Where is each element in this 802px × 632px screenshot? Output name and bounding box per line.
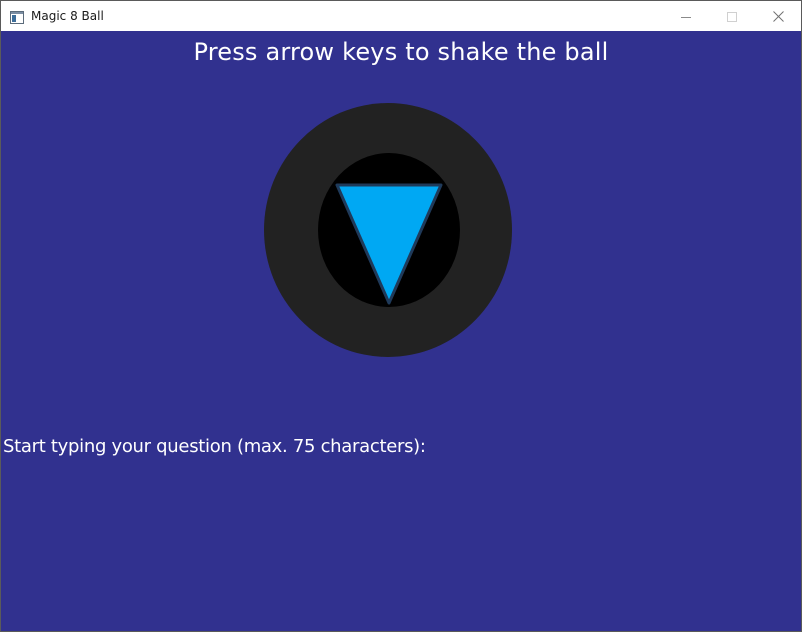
app-window: Magic 8 Ball Press arrow keys to shake t… bbox=[0, 0, 802, 632]
close-icon bbox=[772, 7, 784, 26]
question-prompt: Start typing your question (max. 75 char… bbox=[3, 436, 426, 457]
app-window-icon bbox=[10, 9, 24, 24]
maximize-button[interactable] bbox=[709, 1, 755, 31]
game-canvas[interactable]: Press arrow keys to shake the ball Start… bbox=[1, 31, 801, 631]
window-title: Magic 8 Ball bbox=[31, 9, 104, 23]
close-button[interactable] bbox=[755, 1, 801, 31]
minimize-icon bbox=[681, 7, 691, 26]
minimize-button[interactable] bbox=[663, 1, 709, 31]
maximize-icon bbox=[727, 7, 737, 26]
instruction-heading: Press arrow keys to shake the ball bbox=[193, 38, 609, 66]
title-bar[interactable]: Magic 8 Ball bbox=[1, 1, 801, 31]
magic-8-ball[interactable] bbox=[263, 103, 513, 359]
